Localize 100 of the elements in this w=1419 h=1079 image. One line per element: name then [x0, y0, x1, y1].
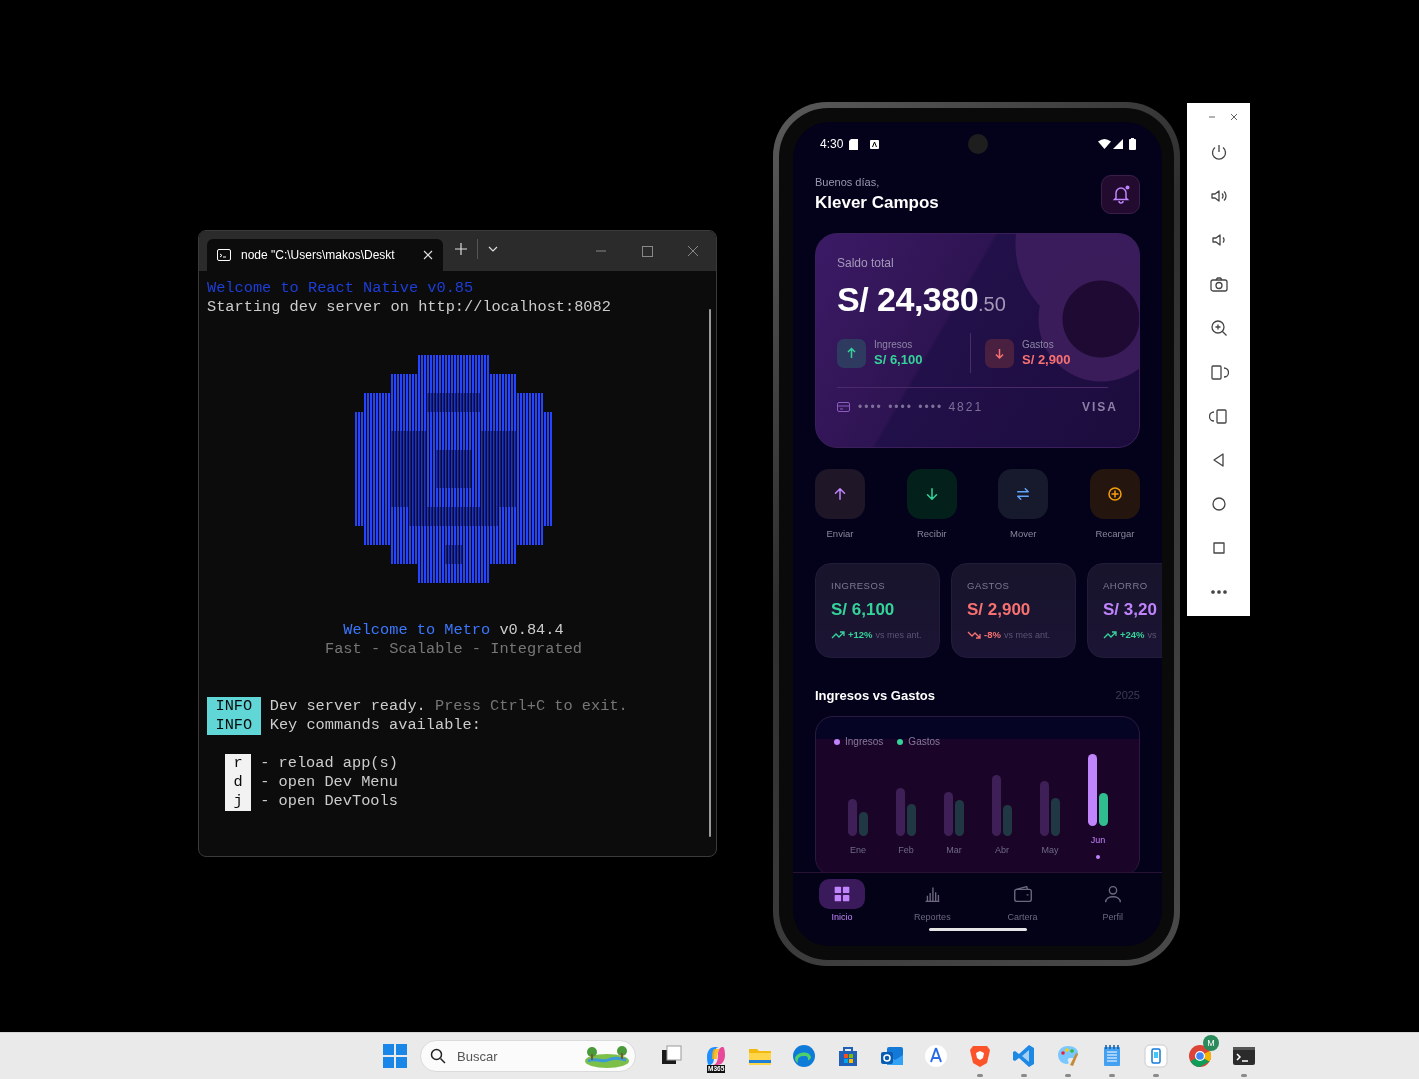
income-label: Ingresos [874, 339, 914, 350]
arrow-up-icon [837, 338, 866, 368]
terminal-text: Fast - Scalable - Integrated [325, 640, 582, 659]
terminal-text: Starting dev server on http://localhost:8082 [207, 298, 611, 317]
card-number: •••• •••• •••• 4821 [858, 400, 984, 414]
action-button[interactable] [998, 469, 1049, 519]
landscape-icon [584, 1043, 630, 1069]
terminal-text: v0.84.4 [499, 621, 564, 640]
plus-circle-icon [1105, 485, 1124, 503]
terminal-text: - reload app(s) [260, 754, 398, 773]
income-value: S/ 6,100 [874, 352, 923, 367]
chevron-down-icon[interactable] [488, 246, 498, 252]
month-label[interactable]: Ene [850, 845, 866, 855]
balance-label: Saldo total [837, 256, 895, 270]
terminal-text: Press Ctrl+C to exit. [434, 697, 628, 716]
bar [955, 800, 964, 836]
bar [896, 788, 905, 836]
action-label: Recargar [1095, 528, 1135, 539]
action-label: Mover [1010, 528, 1037, 539]
user-name: Klever Campos [815, 192, 939, 213]
balance-amount: S/ 24,380 [837, 280, 979, 319]
rotate-left-icon[interactable] [1208, 362, 1229, 382]
stat-value: S/ 6,100 [831, 600, 896, 620]
compass-app-icon[interactable] [923, 1043, 949, 1069]
action-label: Recibir [916, 528, 947, 539]
search-field[interactable]: Buscar [420, 1040, 636, 1072]
key-badge: d [225, 773, 252, 792]
nav-tab[interactable]: Reportes [902, 879, 963, 946]
bar [992, 775, 1001, 836]
nav-tab[interactable]: Perfil [1082, 879, 1143, 946]
legend-item: Ingresos [834, 736, 884, 747]
terminal-text: Welcome to Metro [343, 621, 491, 640]
arrow-down-icon [985, 338, 1014, 368]
trend-note: vs [1147, 629, 1157, 640]
stat-label: INGRESOS [831, 580, 887, 591]
month-label[interactable]: Mar [946, 845, 962, 855]
selected-dot [1096, 855, 1100, 859]
terminal-text: Welcome to React Native v0.85 [207, 279, 474, 298]
bar [859, 812, 868, 836]
wallet-icon [1011, 883, 1034, 905]
balance-cents: .50 [978, 293, 1006, 315]
expense-value: S/ 2,900 [1022, 352, 1071, 367]
action-button[interactable] [1089, 469, 1140, 519]
bar [848, 799, 857, 836]
trend-value: -8% [984, 629, 1001, 640]
code-editor-icon[interactable] [1011, 1043, 1037, 1069]
legend-item: Gastos [897, 736, 941, 747]
month-label[interactable]: Jun [1090, 835, 1106, 845]
card-brand: VISA [1082, 400, 1118, 414]
search-icon [430, 1048, 446, 1064]
sd-card-icon [849, 138, 859, 150]
trend-value: +24% [1120, 629, 1145, 640]
bar [1088, 754, 1097, 826]
zoom-in-icon[interactable] [1208, 318, 1229, 338]
rotate-right-icon[interactable] [1208, 406, 1229, 426]
expense-label: Gastos [1022, 339, 1055, 350]
key-badge: r [225, 754, 252, 773]
month-label[interactable]: May [1041, 845, 1059, 855]
bar [1003, 805, 1012, 836]
status-time: 4:30 [820, 137, 844, 151]
chart-title: Ingresos vs Gastos [815, 687, 935, 703]
trend-note: vs mes ant. [875, 629, 922, 640]
bar [907, 804, 916, 836]
app-badge: M [1203, 1035, 1219, 1051]
scrollbar[interactable] [709, 309, 711, 837]
info-tag: INFO [207, 716, 261, 735]
nav-tab[interactable]: Cartera [992, 879, 1053, 946]
phone-icon[interactable] [1143, 1043, 1169, 1069]
browser-icon[interactable] [791, 1043, 817, 1069]
stat-label: AHORRO [1103, 580, 1149, 591]
terminal-text: Dev server ready. [269, 697, 426, 716]
camera-icon[interactable] [1208, 274, 1229, 294]
battery-icon [1129, 138, 1136, 150]
terminal-text: - open Dev Menu [260, 773, 398, 792]
notification-icon [870, 139, 880, 149]
nav-tab[interactable]: Inicio [812, 879, 873, 946]
terminal-tab[interactable]: node "C:\Users\makos\Deskt [207, 239, 443, 271]
info-tag: INFO [207, 697, 261, 716]
stat-label: GASTOS [967, 580, 1011, 591]
signal-icon [1113, 139, 1123, 149]
month-label[interactable]: Feb [898, 845, 914, 855]
greeting-text: Buenos días, [815, 175, 881, 188]
bar [1040, 781, 1049, 836]
stat-value: S/ 2,900 [967, 600, 1032, 620]
month-label[interactable]: Abr [995, 845, 1009, 855]
notifications-button[interactable] [1101, 174, 1140, 214]
terminal-icon [217, 249, 231, 261]
camera-hole-icon [968, 134, 988, 154]
credit-card-icon [837, 402, 850, 412]
lion-shield-icon[interactable] [967, 1043, 993, 1069]
start-icon[interactable] [383, 1044, 407, 1068]
bar [944, 792, 953, 836]
wifi-icon [1098, 139, 1111, 149]
trend-value: +12% [848, 629, 873, 640]
key-badge: j [225, 792, 252, 811]
bar [1099, 793, 1108, 826]
terminal-text: - open DevTools [260, 792, 398, 811]
terminal-text: Key commands available: [269, 716, 481, 735]
add-icon[interactable] [455, 243, 467, 255]
bar [1051, 798, 1060, 836]
